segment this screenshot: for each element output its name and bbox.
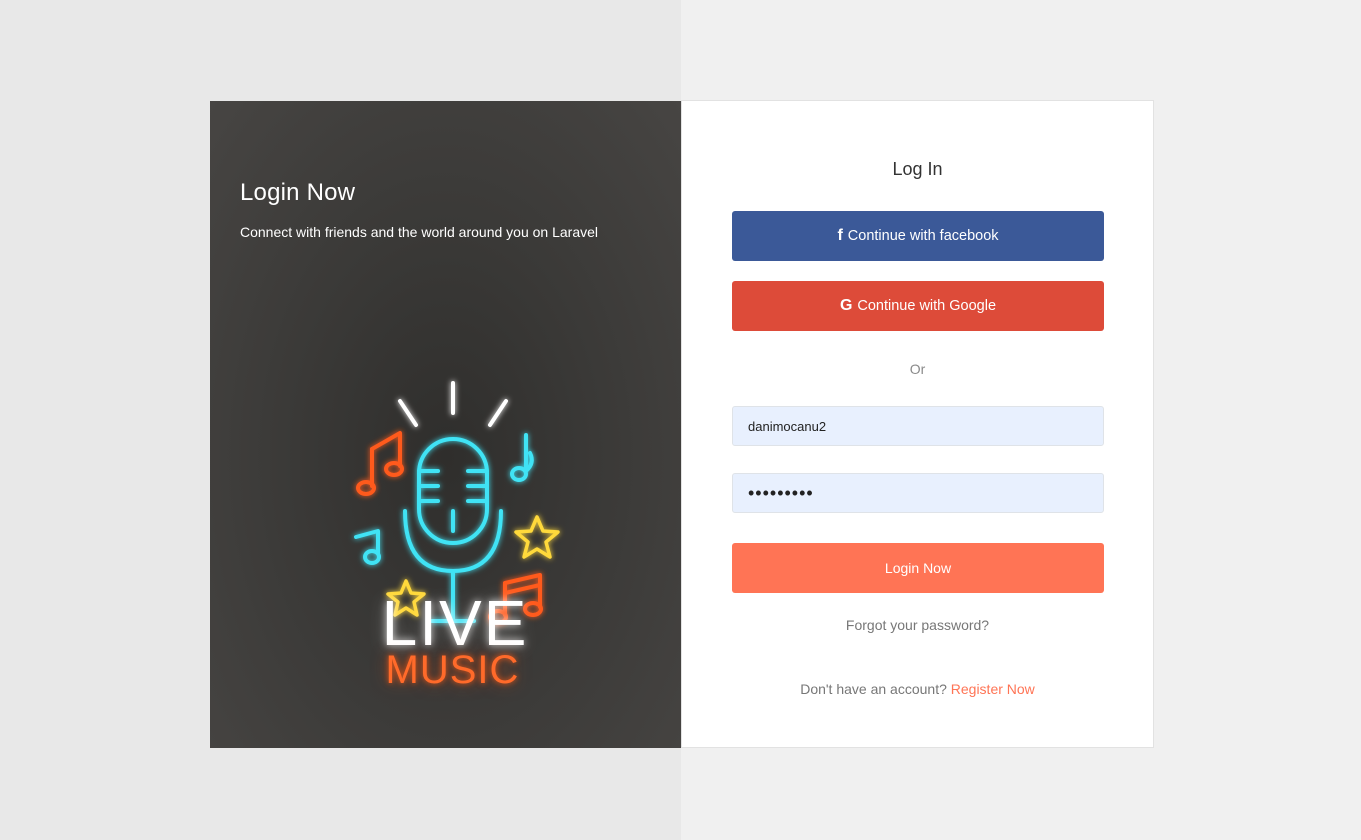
register-prompt-text: Don't have an account? — [800, 681, 947, 697]
register-link[interactable]: Register Now — [951, 681, 1035, 697]
hero-panel: Login Now Connect with friends and the w… — [210, 101, 681, 748]
forgot-password-link[interactable]: Forgot your password? — [682, 617, 1153, 633]
register-prompt: Don't have an account? Register Now — [682, 681, 1153, 697]
google-button-label: Continue with Google — [857, 298, 997, 314]
or-divider: Or — [909, 361, 926, 377]
facebook-icon: f — [837, 227, 843, 244]
form-title: Log In — [892, 159, 943, 179]
hero-subtitle: Connect with friends and the world aroun… — [240, 224, 598, 240]
login-submit-button[interactable]: Login Now — [732, 543, 1104, 593]
username-input[interactable] — [732, 406, 1104, 446]
login-card: Login Now Connect with friends and the w… — [210, 100, 1154, 748]
google-login-button[interactable]: G Continue with Google — [732, 281, 1104, 331]
music-sign-text: MUSIC — [385, 648, 520, 692]
google-icon: G — [839, 297, 853, 314]
hero-title: Login Now — [240, 179, 356, 206]
live-sign-text: LIVE — [381, 587, 529, 659]
facebook-button-label: Continue with facebook — [847, 228, 999, 244]
login-form-panel: Log In f Continue with facebook G Contin… — [681, 100, 1154, 748]
facebook-login-button[interactable]: f Continue with facebook — [732, 211, 1104, 261]
password-input[interactable] — [732, 473, 1104, 513]
